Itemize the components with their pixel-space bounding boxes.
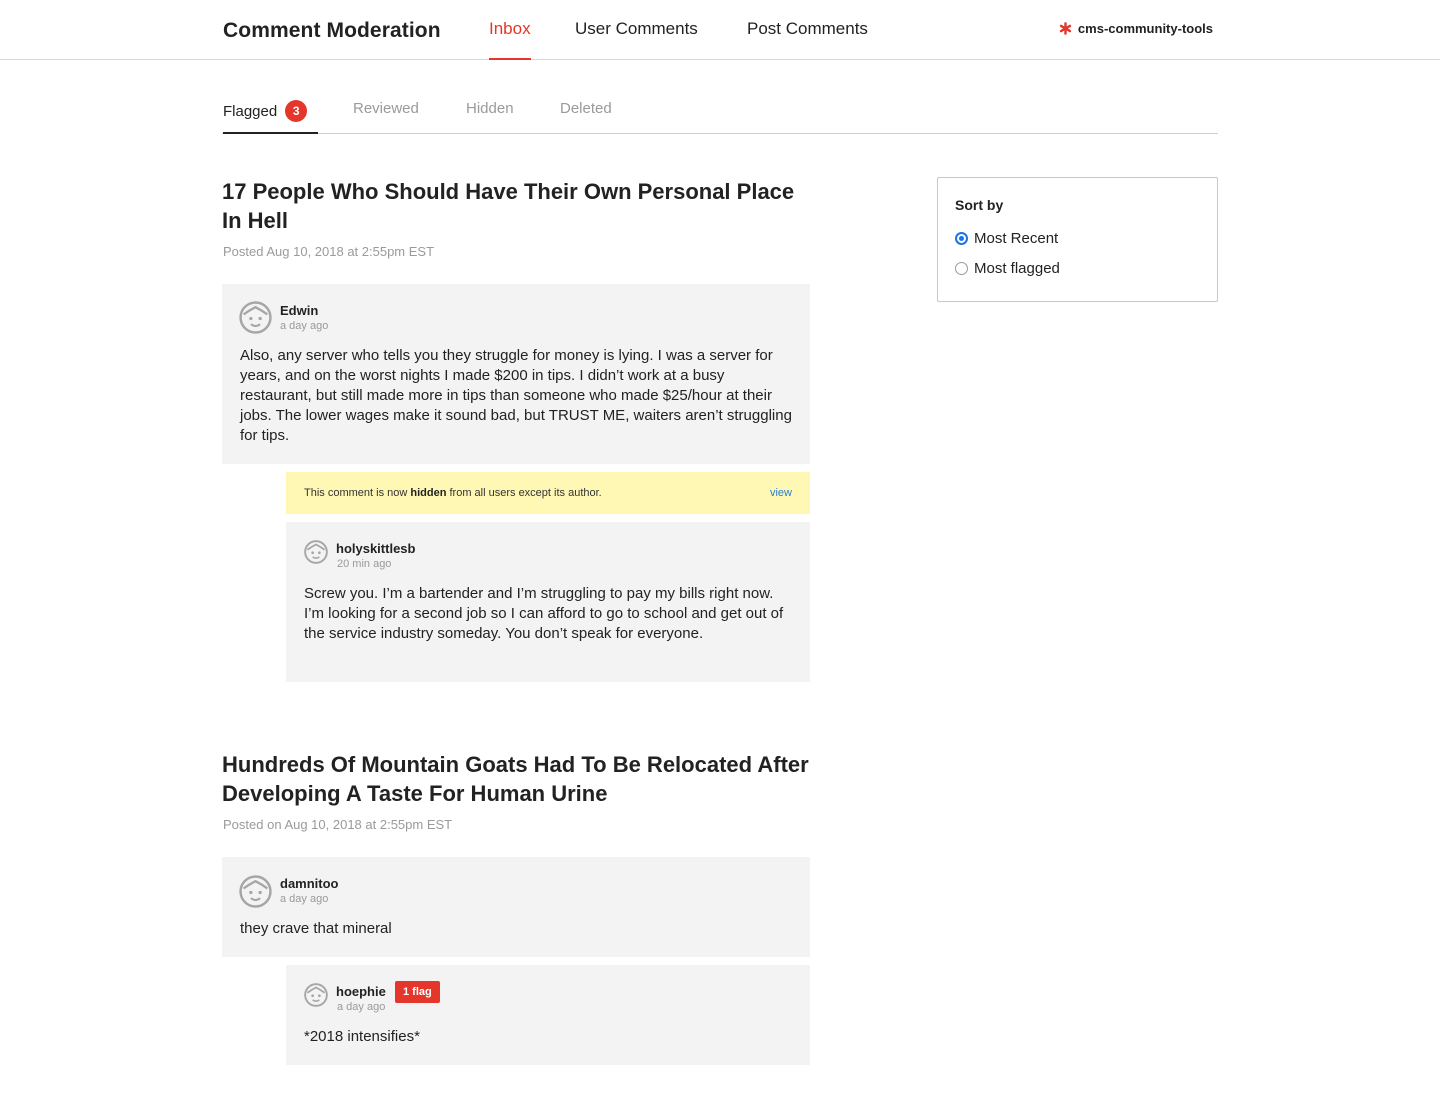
tab-deleted[interactable]: Deleted <box>560 100 612 134</box>
nav-user-comments[interactable]: User Comments <box>575 19 698 60</box>
comment-time: a day ago <box>280 893 329 905</box>
asterisk-icon <box>1059 22 1072 35</box>
reply-time: 20 min ago <box>337 558 392 570</box>
sort-title: Sort by <box>955 197 1004 213</box>
comment-author[interactable]: damnitoo <box>280 876 339 891</box>
reply-author[interactable]: hoephie <box>336 984 386 999</box>
avatar-icon <box>239 301 272 334</box>
status-tabs: Flagged 3 Reviewed Hidden Deleted <box>222 90 1218 134</box>
reply-text: *2018 intensifies* <box>304 1028 420 1045</box>
tab-flagged-label: Flagged <box>223 103 278 120</box>
top-header: Comment Moderation Inbox User Comments P… <box>0 0 1440 60</box>
comment-time: a day ago <box>280 320 329 332</box>
nav-post-comments[interactable]: Post Comments <box>747 19 868 60</box>
flagged-count-badge: 3 <box>285 100 308 122</box>
comment-text: they crave that mineral <box>240 920 392 937</box>
comment-card: Edwin a day ago Also, any server who tel… <box>222 284 810 464</box>
sort-option-label: Most flagged <box>974 260 1060 277</box>
view-link[interactable]: view <box>770 487 792 499</box>
flag-count-badge: 1 flag <box>395 981 440 1003</box>
comment-text: Also, any server who tells you they stru… <box>240 347 792 444</box>
sort-panel: Sort by Most Recent Most flagged <box>937 177 1218 302</box>
hidden-notice: This comment is now hidden from all user… <box>286 472 810 514</box>
article-title[interactable]: Hundreds Of Mountain Goats Had To Be Rel… <box>222 750 822 808</box>
nav-inbox[interactable]: Inbox <box>489 19 531 60</box>
avatar-icon <box>239 875 272 908</box>
brand-label: cms-community-tools <box>1077 21 1213 36</box>
avatar-icon <box>304 983 328 1007</box>
sort-option-label: Most Recent <box>974 230 1059 247</box>
reply-text: Screw you. I’m a bartender and I’m strug… <box>304 585 784 642</box>
app-title: Comment Moderation <box>223 19 441 42</box>
avatar-icon <box>304 540 328 564</box>
radio-unchecked-icon[interactable] <box>955 262 968 275</box>
reply-card: hoephie 1 flag a day ago *2018 intensifi… <box>286 965 810 1065</box>
tab-reviewed[interactable]: Reviewed <box>353 100 419 134</box>
sort-option-most-recent[interactable]: Most Recent <box>955 230 1058 247</box>
article-title[interactable]: 17 People Who Should Have Their Own Pers… <box>222 177 812 235</box>
tab-hidden[interactable]: Hidden <box>466 100 514 134</box>
reply-author[interactable]: holyskittlesb <box>336 541 415 556</box>
radio-checked-icon[interactable] <box>955 232 968 245</box>
tab-flagged[interactable]: Flagged 3 <box>223 100 318 134</box>
article-posted-date: Posted on Aug 10, 2018 at 2:55pm EST <box>223 817 453 832</box>
reply-time: a day ago <box>337 1001 386 1013</box>
sort-option-most-flagged[interactable]: Most flagged <box>955 260 1060 277</box>
comment-author[interactable]: Edwin <box>280 303 318 318</box>
hidden-notice-message: This comment is now hidden from all user… <box>304 487 602 499</box>
comment-card: damnitoo a day ago they crave that miner… <box>222 857 810 957</box>
brand[interactable]: cms-community-tools <box>1059 21 1213 36</box>
article-posted-date: Posted Aug 10, 2018 at 2:55pm EST <box>223 244 435 259</box>
reply-card: holyskittlesb 20 min ago Screw you. I’m … <box>286 522 810 682</box>
